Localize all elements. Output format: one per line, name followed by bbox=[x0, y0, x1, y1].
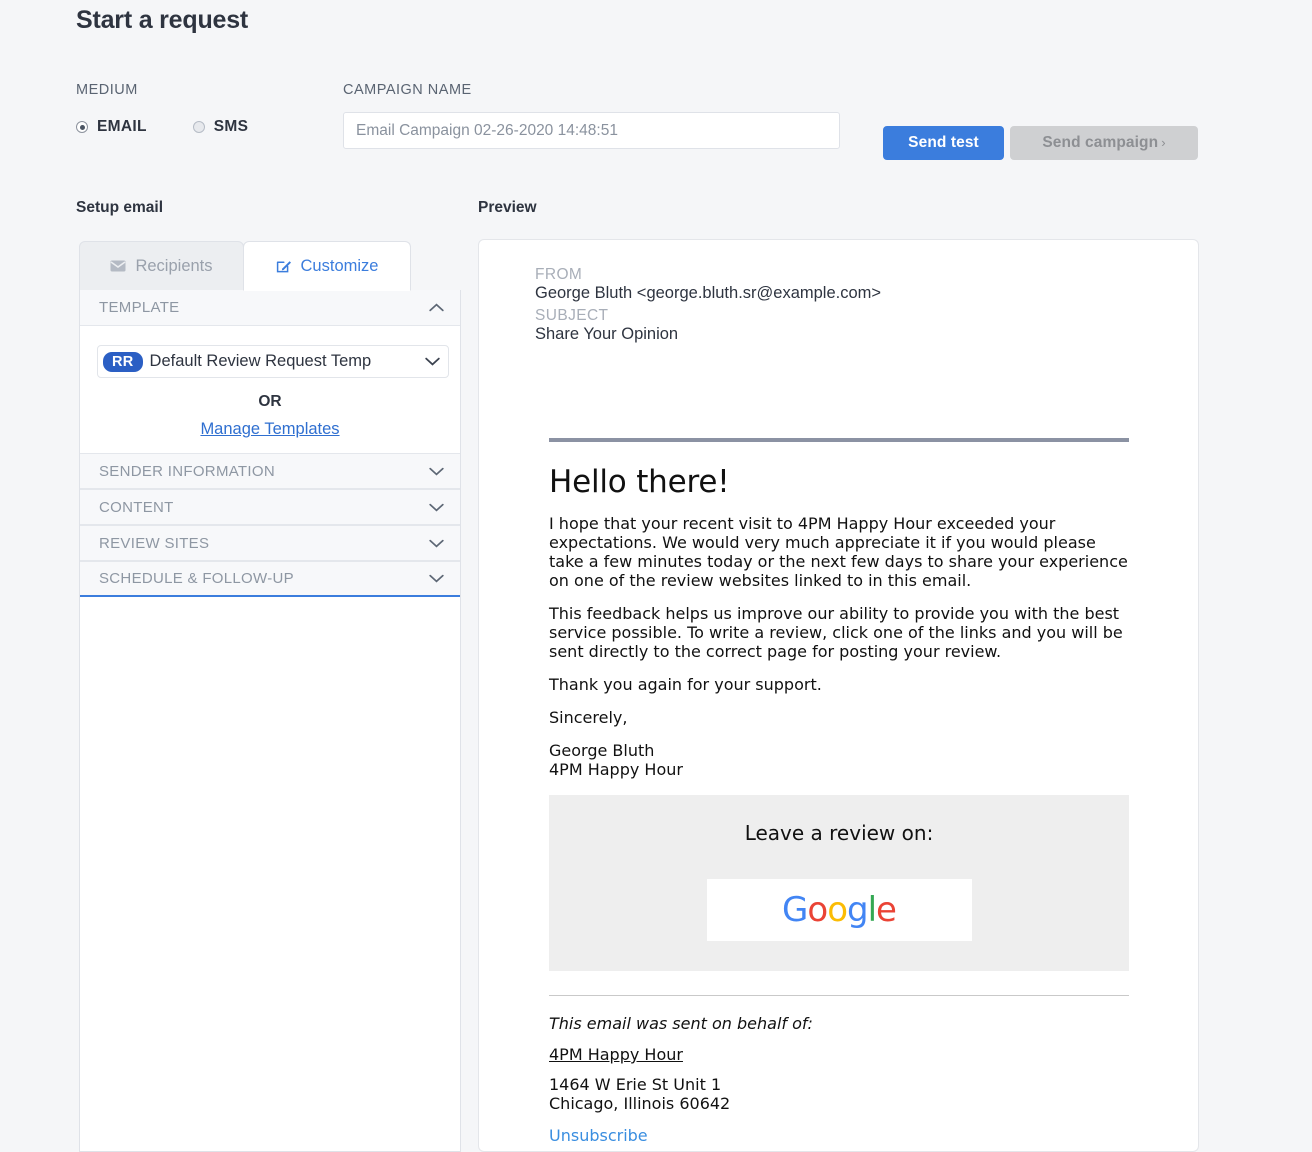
google-logo: Google bbox=[782, 890, 896, 930]
chevron-down-icon[interactable] bbox=[429, 572, 444, 585]
radio-sms-icon[interactable] bbox=[193, 121, 205, 133]
accordion-content-header[interactable]: CONTENT bbox=[80, 489, 460, 525]
accordion-template-title: TEMPLATE bbox=[99, 299, 179, 316]
tab-customize-label: Customize bbox=[301, 257, 379, 276]
email-paragraph-3: Thank you again for your support. bbox=[549, 675, 1129, 694]
email-body: Hello there! I hope that your recent vis… bbox=[549, 438, 1129, 1145]
subject-value: Share Your Opinion bbox=[535, 325, 1198, 344]
footer-behalf-text: This email was sent on behalf of: bbox=[549, 1014, 1129, 1033]
tab-recipients-label: Recipients bbox=[135, 257, 212, 276]
setup-tabs: Recipients Customize bbox=[79, 241, 411, 291]
email-paragraph-2: This feedback helps us improve our abili… bbox=[549, 604, 1129, 661]
setup-email-heading: Setup email bbox=[76, 199, 163, 217]
chevron-down-icon[interactable] bbox=[429, 501, 444, 514]
email-footer: This email was sent on behalf of: 4PM Ha… bbox=[549, 995, 1129, 1145]
chevron-down-icon[interactable] bbox=[429, 465, 444, 478]
chevron-down-icon[interactable] bbox=[429, 537, 444, 550]
email-signature-name: George Bluth bbox=[549, 741, 1129, 760]
review-sites-box: Leave a review on: Google bbox=[549, 795, 1129, 971]
from-label: FROM bbox=[535, 266, 1198, 284]
template-or-label: OR bbox=[97, 393, 443, 411]
accordion-schedule-follow-up-title: SCHEDULE & FOLLOW-UP bbox=[99, 570, 294, 587]
email-divider bbox=[549, 438, 1129, 442]
from-value: George Bluth <george.bluth.sr@example.co… bbox=[535, 284, 1198, 303]
email-paragraph-1: I hope that your recent visit to 4PM Hap… bbox=[549, 514, 1129, 590]
accordion-review-sites-header[interactable]: REVIEW SITES bbox=[80, 525, 460, 561]
radio-option-sms[interactable]: SMS bbox=[193, 118, 249, 136]
template-select[interactable]: RR Default Review Request Temp bbox=[97, 345, 449, 378]
medium-label: MEDIUM bbox=[76, 82, 138, 98]
pencil-square-icon bbox=[276, 258, 292, 274]
chevron-right-icon: › bbox=[1158, 135, 1165, 150]
email-signature-business: 4PM Happy Hour bbox=[549, 760, 1129, 779]
radio-sms-label: SMS bbox=[214, 118, 249, 136]
chevron-down-icon[interactable] bbox=[421, 353, 440, 370]
accordion-review-sites-title: REVIEW SITES bbox=[99, 535, 209, 552]
medium-radio-group: EMAIL SMS bbox=[76, 118, 248, 136]
campaign-name-input[interactable] bbox=[343, 112, 840, 149]
radio-option-email[interactable]: EMAIL bbox=[76, 118, 147, 136]
template-name: Default Review Request Temp bbox=[150, 352, 421, 371]
accordion-template-header[interactable]: TEMPLATE bbox=[80, 290, 460, 326]
email-paragraph-4: Sincerely, bbox=[549, 708, 1129, 727]
template-badge: RR bbox=[103, 352, 143, 372]
footer-business-link[interactable]: 4PM Happy Hour bbox=[549, 1045, 683, 1064]
subject-label: SUBJECT bbox=[535, 307, 1198, 325]
accordion-sender-information-header[interactable]: SENDER INFORMATION bbox=[80, 453, 460, 489]
customize-panel: TEMPLATE RR Default Review Request Temp … bbox=[79, 290, 461, 1152]
footer-address-line1: 1464 W Erie St Unit 1 bbox=[549, 1075, 721, 1094]
radio-email-label: EMAIL bbox=[97, 118, 147, 136]
send-test-button[interactable]: Send test bbox=[883, 126, 1004, 160]
tab-recipients[interactable]: Recipients bbox=[79, 241, 244, 291]
email-greeting: Hello there! bbox=[549, 464, 1129, 500]
email-preview-card: FROM George Bluth <george.bluth.sr@examp… bbox=[478, 239, 1199, 1152]
send-campaign-label: Send campaign bbox=[1042, 134, 1158, 151]
accordion-schedule-follow-up-header[interactable]: SCHEDULE & FOLLOW-UP bbox=[80, 561, 460, 597]
unsubscribe-link[interactable]: Unsubscribe bbox=[549, 1126, 648, 1145]
preview-heading: Preview bbox=[478, 199, 537, 217]
tab-customize[interactable]: Customize bbox=[243, 241, 411, 291]
envelope-icon bbox=[110, 260, 126, 272]
send-campaign-button[interactable]: Send campaign› bbox=[1010, 126, 1198, 160]
manage-templates-link[interactable]: Manage Templates bbox=[97, 420, 443, 439]
accordion-template-body: RR Default Review Request Temp OR Manage… bbox=[80, 326, 460, 453]
footer-address-line2: Chicago, Illinois 60642 bbox=[549, 1094, 730, 1113]
review-site-google-button[interactable]: Google bbox=[707, 879, 972, 941]
accordion-content-title: CONTENT bbox=[99, 499, 174, 516]
footer-address: 1464 W Erie St Unit 1Chicago, Illinois 6… bbox=[549, 1075, 1129, 1113]
review-box-title: Leave a review on: bbox=[549, 821, 1129, 845]
page-title: Start a request bbox=[76, 6, 248, 35]
email-meta: FROM George Bluth <george.bluth.sr@examp… bbox=[479, 240, 1198, 344]
radio-email-icon[interactable] bbox=[76, 121, 88, 133]
chevron-up-icon[interactable] bbox=[429, 301, 444, 314]
campaign-name-label: CAMPAIGN NAME bbox=[343, 82, 472, 98]
accordion-sender-information-title: SENDER INFORMATION bbox=[99, 463, 275, 480]
